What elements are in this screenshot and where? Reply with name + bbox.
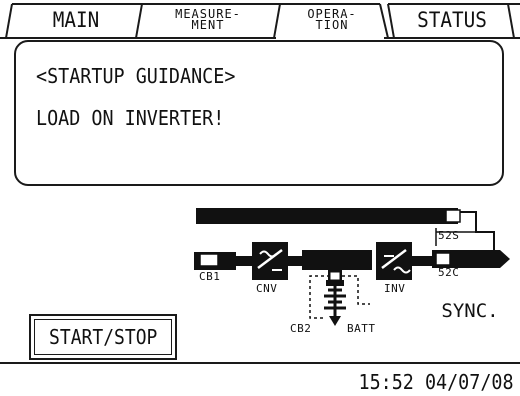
label-cb2: CB2 [290,322,312,335]
label-cb1: CB1 [199,270,221,283]
breaker-52c [435,252,451,266]
start-stop-button-face: START/STOP [34,319,172,355]
label-batt: BATT [347,322,376,335]
breaker-cb2 [329,271,341,281]
inverter-block [376,242,412,280]
label-cnv: CNV [256,282,278,295]
start-stop-button-label: START/STOP [48,325,158,349]
label-52c: 52C [438,266,460,279]
converter-block [252,242,288,280]
start-stop-button[interactable]: START/STOP [29,314,177,360]
breaker-cb1 [199,253,219,267]
breaker-52s [445,209,461,223]
sync-button-label: SYNC. [441,300,499,322]
label-52s: 52S [438,229,460,242]
status-clock: 15:52 04/07/08 [358,370,514,394]
status-bar: 15:52 04/07/08 [0,362,520,396]
sync-button[interactable]: SYNC. [436,296,504,326]
output-arrow [500,250,510,268]
label-inv: INV [384,282,406,295]
